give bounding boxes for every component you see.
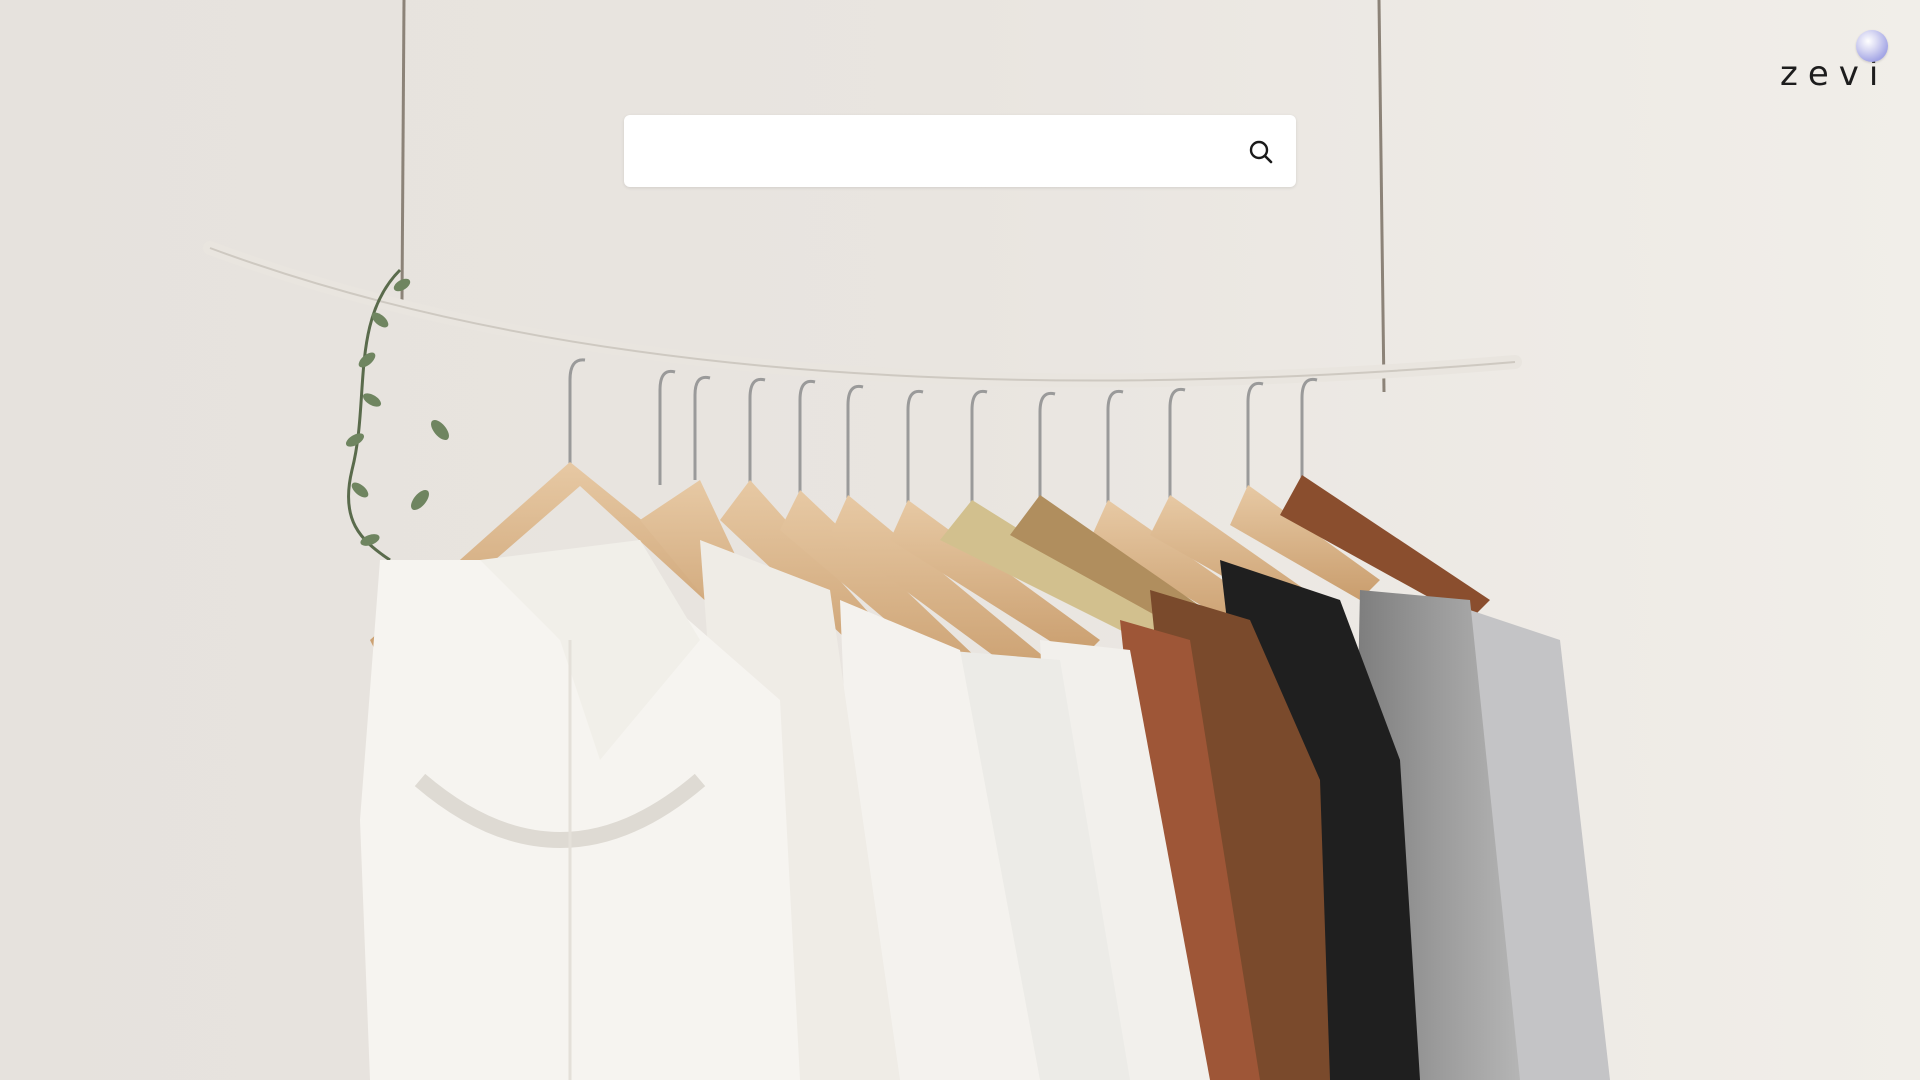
- search-input[interactable]: [624, 115, 1224, 187]
- search-bar: [624, 115, 1296, 187]
- brand-logo[interactable]: zevi: [1780, 26, 1890, 94]
- brand-orb-icon: [1856, 30, 1888, 62]
- search-icon[interactable]: [1246, 137, 1276, 167]
